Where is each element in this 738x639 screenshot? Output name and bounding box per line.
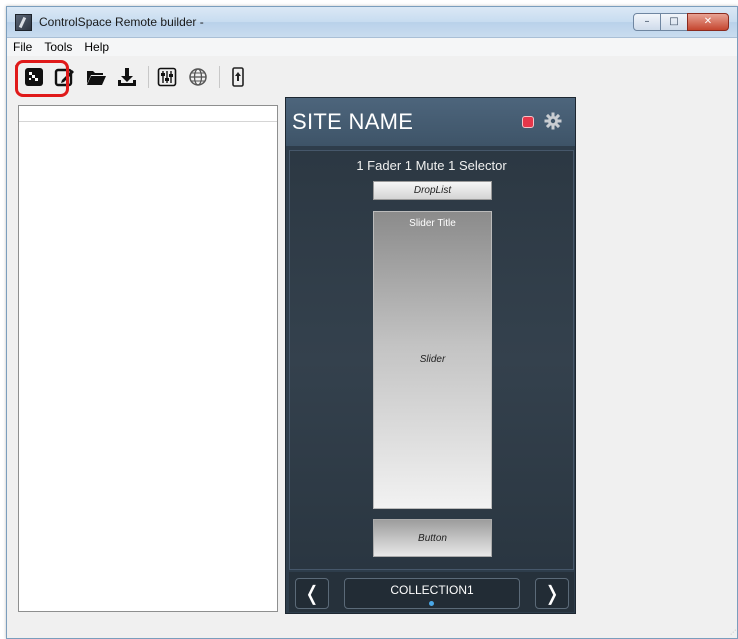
page-indicator-dot: [429, 601, 434, 606]
menu-file[interactable]: File: [13, 40, 32, 54]
collection-label: COLLECTION1: [390, 583, 474, 597]
stop-icon[interactable]: [522, 116, 534, 128]
title-bar[interactable]: ControlSpace Remote builder - – □ ✕: [7, 7, 737, 38]
collection-nav: ❬ COLLECTION1 ❭: [289, 572, 574, 612]
window-controls: – □ ✕: [633, 13, 729, 31]
slider-label: Slider: [419, 354, 446, 365]
site-name: SITE NAME: [292, 109, 414, 134]
menu-bar: File Tools Help: [7, 38, 737, 56]
toolbar-separator: [219, 66, 220, 88]
web-button[interactable]: [186, 65, 210, 89]
project-tree-panel[interactable]: [18, 105, 278, 612]
open-folder-icon: [87, 71, 106, 85]
tree-header: [19, 106, 277, 122]
app-icon: [15, 14, 32, 31]
resize-grip[interactable]: ⋰: [730, 629, 736, 636]
minimize-button[interactable]: –: [633, 13, 661, 31]
remote-preview: SITE NAME 1 Fader 1 Mute 1 Selector Drop…: [285, 97, 576, 614]
toolbar-separator: [148, 66, 149, 88]
open-button[interactable]: [84, 65, 108, 89]
download-icon: [118, 68, 136, 86]
close-button[interactable]: ✕: [687, 13, 729, 31]
collection-selector[interactable]: COLLECTION1: [344, 578, 520, 609]
prev-page-button[interactable]: ❬: [295, 578, 329, 609]
mixer-settings-button[interactable]: [155, 65, 179, 89]
mixer-settings-icon: [157, 67, 177, 87]
maximize-button[interactable]: □: [660, 13, 688, 31]
globe-icon: [189, 68, 207, 86]
menu-help[interactable]: Help: [84, 40, 109, 54]
download-button[interactable]: [115, 65, 139, 89]
preview-page: 1 Fader 1 Mute 1 Selector DropList Slide…: [289, 150, 574, 570]
slider-control[interactable]: Slider Title Slider: [373, 211, 492, 509]
upload-device-icon: [232, 67, 244, 87]
status-bar: ⋰: [7, 629, 737, 638]
page-title: 1 Fader 1 Mute 1 Selector: [356, 158, 507, 173]
app-window: ControlSpace Remote builder - – □ ✕ File…: [6, 6, 738, 639]
next-page-button[interactable]: ❭: [535, 578, 569, 609]
highlight-box: [15, 60, 69, 97]
preview-header: SITE NAME: [286, 98, 575, 146]
upload-device-button[interactable]: [226, 65, 250, 89]
menu-tools[interactable]: Tools: [44, 40, 72, 54]
toolbar: [7, 56, 737, 98]
slider-title: Slider Title: [409, 218, 456, 229]
droplist-control[interactable]: DropList: [373, 181, 492, 200]
window-title: ControlSpace Remote builder -: [39, 15, 204, 29]
button-control[interactable]: Button: [373, 519, 492, 557]
gear-icon[interactable]: [544, 112, 562, 130]
